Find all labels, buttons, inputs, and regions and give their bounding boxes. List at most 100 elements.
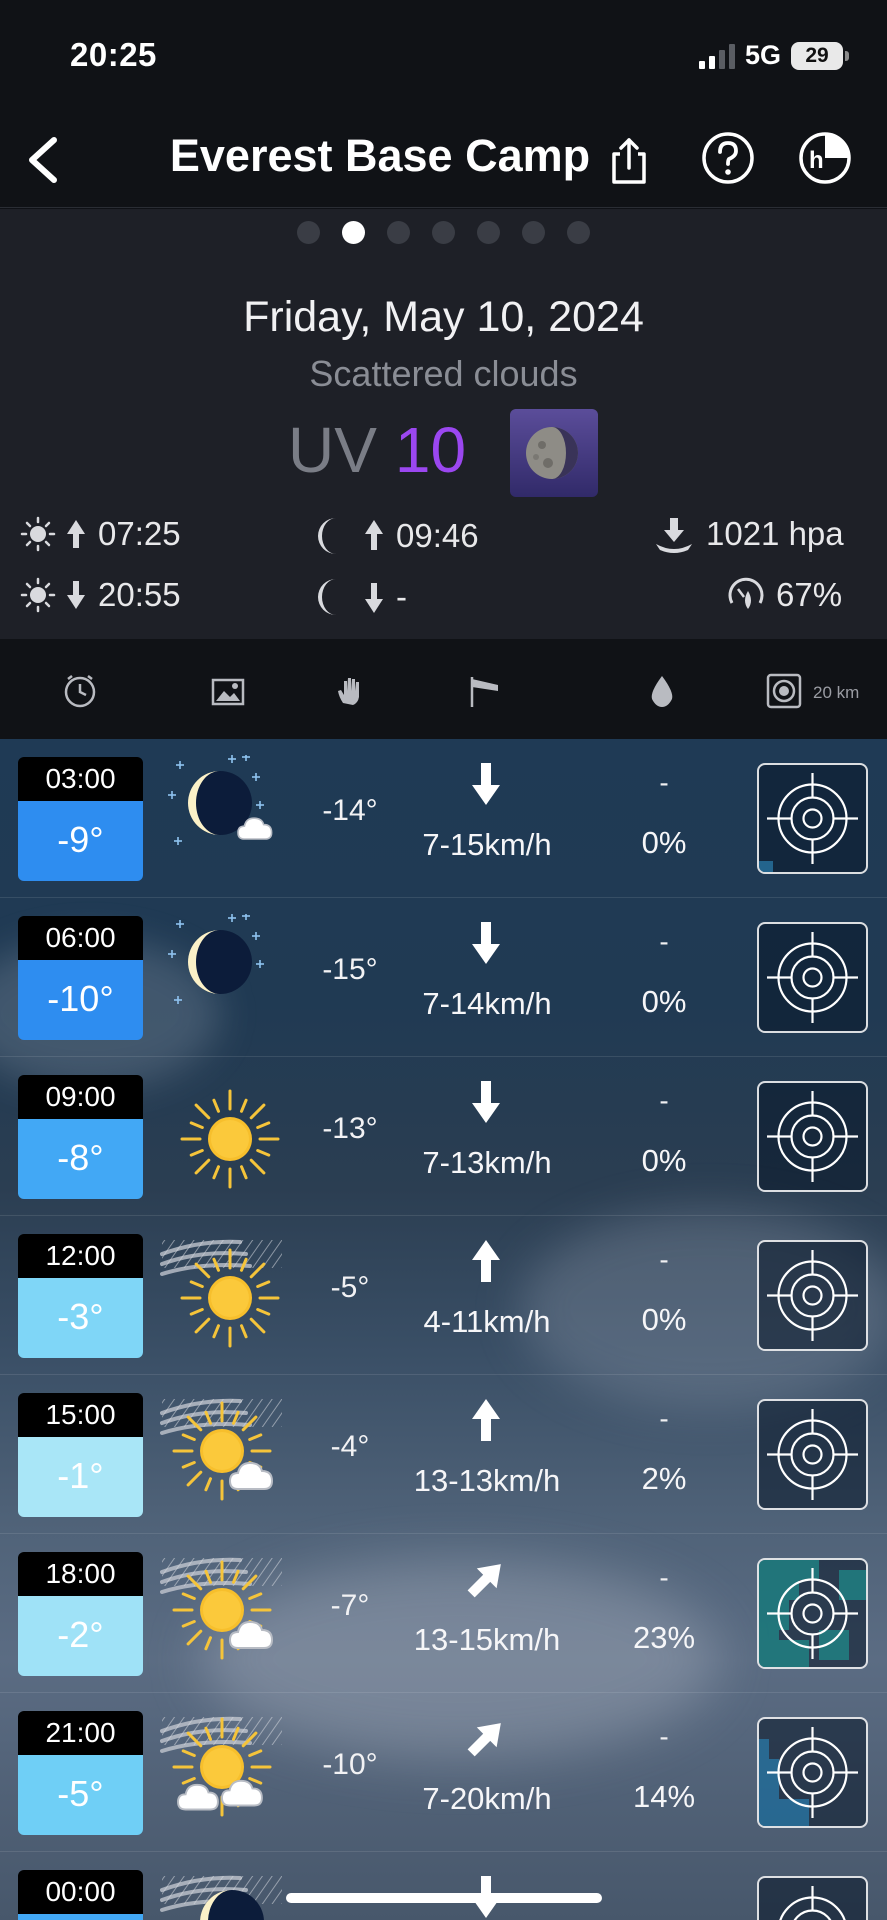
time-temp-box: 21:00 -5°: [18, 1711, 143, 1835]
page-indicator[interactable]: [0, 221, 887, 244]
drop-icon[interactable]: [648, 673, 676, 714]
feels-like-temp: -15°: [322, 953, 378, 986]
share-button[interactable]: [604, 132, 654, 188]
moon-phase-icon: [510, 409, 598, 497]
page-dot[interactable]: [477, 221, 500, 244]
humidity-value: 67%: [776, 576, 843, 613]
wind-direction-icon: [466, 759, 506, 809]
radar-button[interactable]: [757, 1558, 868, 1669]
page-dot[interactable]: [522, 221, 545, 244]
wind-speed: 7-15km/h: [422, 827, 552, 862]
help-button[interactable]: [700, 130, 756, 186]
forecast-row[interactable]: 21:00 -5° -10° 7-20km/h - 14%: [0, 1693, 887, 1852]
weather-icon: [160, 753, 300, 885]
sun-down-icon: [18, 575, 88, 615]
summary-panel: Friday, May 10, 2024 Scattered clouds UV…: [0, 209, 887, 639]
condition-label: Scattered clouds: [309, 353, 578, 394]
humidity-gauge-icon: [726, 575, 766, 615]
forecast-row[interactable]: 03:00 -9° -14° 7-15km/h - 0%: [0, 739, 887, 898]
wind-speed: 7-20km/h: [422, 1781, 552, 1816]
radar-button[interactable]: [757, 1717, 868, 1828]
wind-direction-icon: [466, 1395, 506, 1445]
row-temp: -1°: [18, 1437, 143, 1517]
moon-up-icon: [310, 514, 386, 558]
row-time: 12:00: [18, 1234, 143, 1278]
row-temp: -5°: [18, 1755, 143, 1835]
row-time: 03:00: [18, 757, 143, 801]
hand-icon[interactable]: [333, 673, 369, 714]
wind-direction-icon: [466, 1236, 506, 1286]
feels-like-temp: -5°: [330, 1271, 370, 1304]
page-dot[interactable]: [297, 221, 320, 244]
page-dot[interactable]: [342, 221, 365, 244]
moonrise: 09:46: [310, 514, 479, 558]
precip-amount: -: [659, 926, 669, 957]
wind-flag-icon[interactable]: [466, 673, 502, 714]
row-time: 18:00: [18, 1552, 143, 1596]
signal-icon: [698, 43, 735, 69]
weather-icon: [160, 1073, 300, 1203]
battery-level: 29: [805, 43, 829, 67]
precip-probability: 0%: [641, 984, 687, 1019]
row-time: 15:00: [18, 1393, 143, 1437]
row-temp: -8°: [18, 1119, 143, 1199]
time-temp-box: 12:00 -3°: [18, 1234, 143, 1358]
radar-button[interactable]: [757, 1876, 868, 1920]
time-temp-box: 09:00 -8°: [18, 1075, 143, 1199]
row-time: 09:00: [18, 1075, 143, 1119]
forecast-row[interactable]: 18:00 -2° -7° 13-15km/h - 23%: [0, 1534, 887, 1693]
pressure: 1021 hpa: [652, 514, 844, 554]
precip-probability: 0%: [641, 1143, 687, 1178]
forecast-row[interactable]: 09:00 -8° -13° 7-13km/h - 0%: [0, 1057, 887, 1216]
precip-probability: 0%: [641, 825, 687, 860]
radar-button[interactable]: [757, 922, 868, 1033]
radar-radius-label: 20 km: [813, 683, 860, 702]
forecast-row[interactable]: 12:00 -3° -5° 4-11km/h - 0%: [0, 1216, 887, 1375]
radar-button[interactable]: [757, 1081, 868, 1192]
weather-icon: [160, 1232, 300, 1362]
forecast-row[interactable]: 00:00: [0, 1852, 887, 1920]
precip-probability: 2%: [641, 1461, 687, 1496]
page-dot[interactable]: [567, 221, 590, 244]
wind-speed: 4-11km/h: [423, 1304, 551, 1339]
weather-icon: [160, 912, 300, 1044]
radar-button[interactable]: [757, 1240, 868, 1351]
moonset-time: -: [396, 578, 407, 615]
feels-like-temp: -10°: [322, 1748, 378, 1781]
nav-header: Everest Base Camp h: [0, 112, 887, 208]
time-temp-box: 00:00: [18, 1870, 143, 1920]
row-temp: -2°: [18, 1596, 143, 1676]
uv-value: 10: [394, 414, 467, 486]
forecast-list[interactable]: 03:00 -9° -14° 7-15km/h - 0% 06:00 -10° …: [0, 739, 887, 1920]
moon-down-icon: [310, 575, 386, 619]
home-indicator[interactable]: [286, 1893, 602, 1903]
forecast-row[interactable]: 15:00 -1° -4° 13-13km/h - 2%: [0, 1375, 887, 1534]
settings-button[interactable]: h: [797, 130, 853, 186]
target-icon: [759, 1727, 866, 1826]
uv-label: UV: [288, 414, 377, 486]
target-icon: [759, 932, 866, 1031]
moonset: -: [310, 575, 407, 619]
wind-direction-icon: [466, 918, 506, 968]
radar-button[interactable]: [757, 763, 868, 874]
radar-icon[interactable]: [766, 673, 802, 714]
page-dot[interactable]: [432, 221, 455, 244]
status-indicators: 5G 29: [698, 40, 849, 71]
wind-speed: 7-14km/h: [422, 986, 552, 1021]
wind-speed: 13-13km/h: [413, 1463, 561, 1498]
clock-icon[interactable]: [62, 673, 98, 714]
row-time: 21:00: [18, 1711, 143, 1755]
radar-button[interactable]: [757, 1399, 868, 1510]
image-icon[interactable]: [210, 673, 246, 714]
target-icon: [759, 1409, 866, 1508]
wind-direction-icon: [466, 1554, 506, 1604]
page-dot[interactable]: [387, 221, 410, 244]
forecast-row[interactable]: 06:00 -10° -15° 7-14km/h - 0%: [0, 898, 887, 1057]
target-icon: [759, 1091, 866, 1190]
row-temp: -10°: [18, 960, 143, 1040]
precip-probability: 23%: [632, 1620, 696, 1655]
precip-probability: 14%: [632, 1779, 696, 1814]
status-time: 20:25: [70, 36, 157, 73]
sun-up-icon: [18, 514, 88, 554]
feels-like-temp: -7°: [330, 1589, 370, 1622]
